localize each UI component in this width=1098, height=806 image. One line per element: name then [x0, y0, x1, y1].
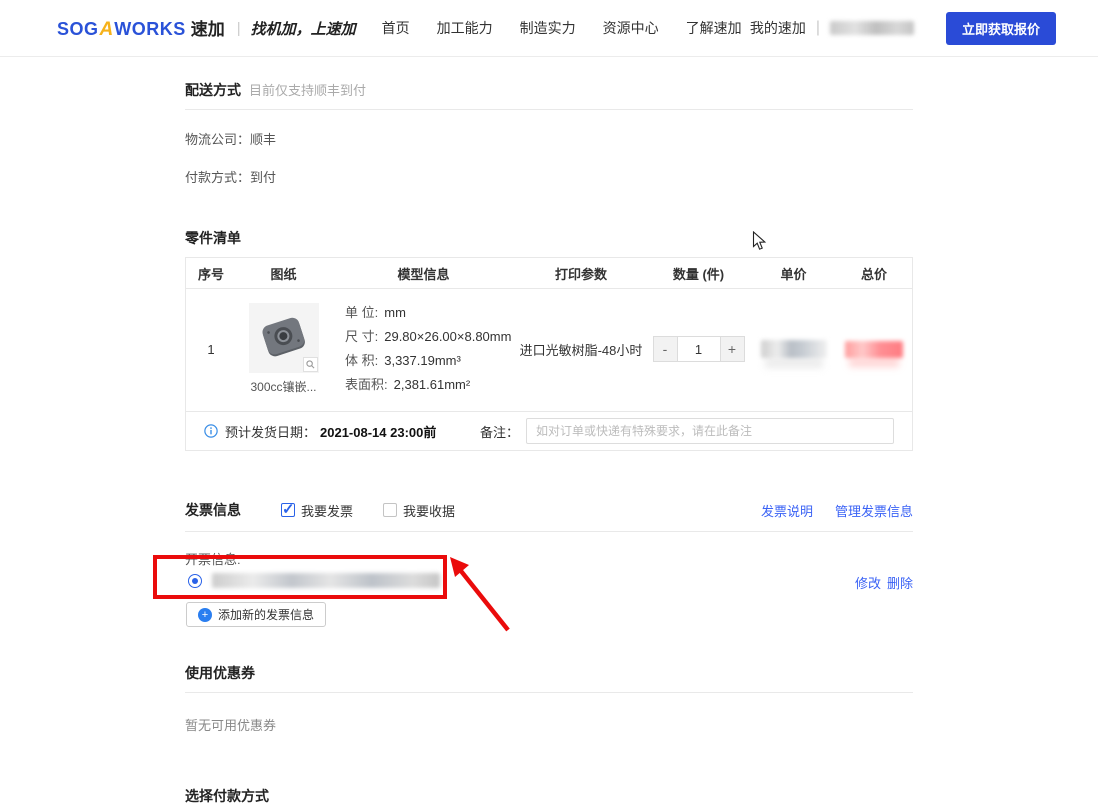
coupon-empty-text: 暂无可用优惠券 — [185, 715, 913, 734]
quantity-cell: - + — [646, 301, 751, 397]
logo-a-mark: A — [100, 19, 114, 41]
plus-circle-icon: + — [198, 608, 212, 622]
invoice-section-title: 发票信息 — [185, 500, 241, 520]
invoice-links: 发票说明 管理发票信息 — [761, 501, 913, 520]
payment-section: 选择付款方式 微信支付 支 支付宝 — [185, 786, 913, 806]
surface-label: 表面积: — [345, 377, 388, 392]
shipping-note: 目前仅支持顺丰到付 — [249, 80, 366, 99]
col-total-price: 总价 — [836, 258, 912, 288]
unit-price-cell — [751, 301, 836, 397]
user-divider: | — [816, 19, 820, 37]
remark-label: 备注： — [480, 422, 519, 441]
want-receipt-label: 我要收据 — [403, 501, 455, 520]
edit-billing-link[interactable]: 修改 — [855, 573, 881, 592]
brand-logo[interactable]: SOGAWORKS 速加 — [57, 15, 225, 41]
ship-date-label: 预计发货日期： — [225, 422, 316, 441]
total-price-redacted — [845, 341, 903, 358]
coupon-section: 使用优惠券 暂无可用优惠券 — [185, 663, 913, 734]
checkbox-unchecked-icon[interactable] — [383, 503, 397, 517]
col-print-params: 打印参数 — [516, 258, 646, 288]
billing-info-label: 开票信息: — [185, 549, 913, 568]
billing-actions: 修改 删除 — [855, 573, 913, 592]
qty-increase-button[interactable]: + — [720, 336, 745, 362]
brand-slogan: 找机加，上速加 — [251, 18, 356, 39]
invoice-body: 开票信息: 修改 删除 + 添加新的发票信息 — [185, 549, 913, 627]
my-account-link[interactable]: 我的速加 — [750, 18, 806, 38]
col-quantity: 数量 (件) — [646, 258, 751, 288]
want-receipt-checkbox[interactable]: 我要收据 — [383, 501, 455, 520]
main-nav: 首页 加工能力 制造实力 资源中心 了解速加 — [382, 18, 742, 38]
remark-group: 备注： — [480, 418, 894, 444]
nav-item-capability[interactable]: 加工能力 — [437, 18, 493, 38]
want-invoice-checkbox[interactable]: 我要发票 — [281, 501, 353, 520]
unit-label: 单 位: — [345, 305, 378, 320]
parts-table-header: 序号 图纸 模型信息 打印参数 数量 (件) 单价 总价 — [186, 258, 912, 288]
delete-billing-link[interactable]: 删除 — [887, 573, 913, 592]
col-unit-price: 单价 — [751, 258, 836, 288]
header-right: 我的速加 | 立即获取报价 — [750, 12, 1056, 45]
radio-selected-icon[interactable] — [188, 574, 202, 588]
unit-price-redacted — [761, 340, 827, 358]
parts-table: 序号 图纸 模型信息 打印参数 数量 (件) 单价 总价 1 — [185, 257, 913, 451]
payment-section-title: 选择付款方式 — [185, 788, 269, 804]
unit-value: mm — [384, 305, 406, 320]
manage-invoice-link[interactable]: 管理发票信息 — [835, 501, 913, 520]
quantity-stepper: - + — [653, 336, 745, 362]
logo-cn: 速加 — [191, 15, 225, 40]
nav-item-strength[interactable]: 制造实力 — [520, 18, 576, 38]
model-info-cell: 单 位: mm 尺 寸: 29.80×26.00×8.80mm 体 积: 3,337.… — [331, 301, 516, 397]
username-redacted — [830, 21, 914, 35]
size-label: 尺 寸: — [345, 329, 378, 344]
checkbox-checked-icon[interactable] — [281, 503, 295, 517]
qty-input[interactable] — [678, 336, 720, 362]
col-model-info: 模型信息 — [331, 258, 516, 288]
billing-info-redacted — [212, 573, 440, 588]
want-invoice-label: 我要发票 — [301, 501, 353, 520]
volume-value: 3,337.19mm³ — [384, 353, 461, 368]
invoice-help-link[interactable]: 发票说明 — [761, 501, 813, 520]
billing-info-option[interactable] — [188, 573, 440, 588]
logo-text: SOG — [57, 19, 99, 40]
remark-input[interactable] — [526, 418, 894, 444]
parts-section-title: 零件清单 — [185, 228, 913, 248]
qty-decrease-button[interactable]: - — [653, 336, 678, 362]
parts-section: 零件清单 序号 图纸 模型信息 打印参数 数量 (件) 单价 总价 1 — [185, 228, 913, 451]
invoice-section-header: 发票信息 我要发票 我要收据 发票说明 管理发票信息 — [185, 500, 913, 532]
info-icon — [204, 424, 218, 438]
total-price-cell — [836, 301, 912, 397]
col-drawing: 图纸 — [236, 258, 331, 288]
surface-value: 2,381.61mm² — [394, 377, 471, 392]
logistics-company: 物流公司：顺丰 — [185, 129, 913, 148]
get-quote-button[interactable]: 立即获取报价 — [946, 12, 1056, 45]
zoom-magnifier-icon[interactable] — [303, 357, 318, 372]
size-value: 29.80×26.00×8.80mm — [384, 329, 511, 344]
print-param-cell: 进口光敏树脂-48小时 — [516, 301, 646, 397]
col-index: 序号 — [186, 258, 236, 288]
nav-item-home[interactable]: 首页 — [382, 18, 410, 38]
drawing-cell: 300cc镶嵌... — [236, 301, 331, 397]
shipping-section-title: 配送方式 — [185, 80, 241, 100]
part-filename: 300cc镶嵌... — [250, 378, 316, 395]
coupon-section-title: 使用优惠券 — [185, 665, 255, 681]
add-invoice-label: 添加新的发票信息 — [218, 606, 314, 623]
table-row: 1 — [186, 288, 912, 411]
shipping-pay-method: 付款方式：到付 — [185, 167, 913, 186]
part-thumbnail[interactable] — [249, 303, 319, 373]
ship-date-value: 2021-08-14 23:00前 — [320, 422, 436, 441]
logo-divider: | — [237, 20, 241, 37]
shipping-section: 配送方式 目前仅支持顺丰到付 物流公司：顺丰 付款方式：到付 — [185, 80, 913, 186]
volume-label: 体 积: — [345, 353, 378, 368]
nav-item-about[interactable]: 了解速加 — [686, 18, 742, 38]
row-index: 1 — [186, 301, 236, 397]
nav-item-resources[interactable]: 资源中心 — [603, 18, 659, 38]
table-footer: 预计发货日期： 2021-08-14 23:00前 备注： — [186, 411, 912, 450]
logo-text-2: WORKS — [114, 19, 186, 40]
top-navbar: SOGAWORKS 速加 | 找机加，上速加 首页 加工能力 制造实力 资源中心… — [0, 0, 1098, 57]
add-invoice-button[interactable]: + 添加新的发票信息 — [186, 602, 326, 627]
